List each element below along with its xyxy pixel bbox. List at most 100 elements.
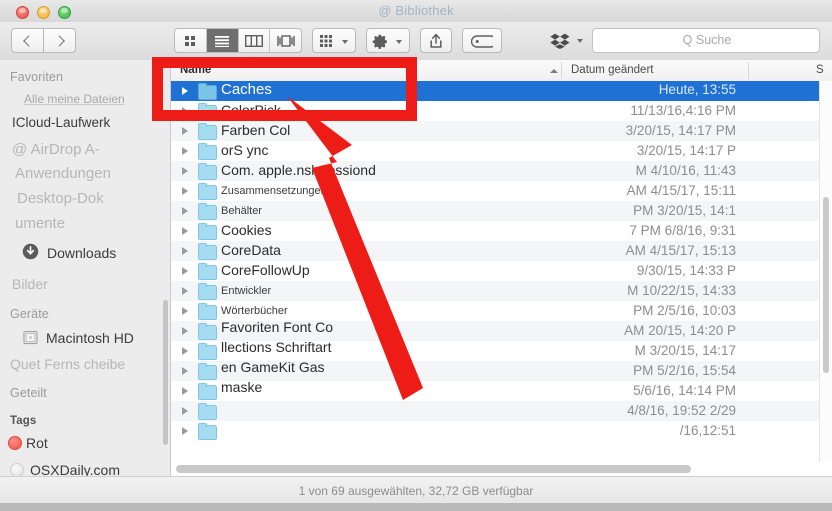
- disclosure-triangle-icon[interactable]: [182, 327, 188, 335]
- share-button[interactable]: [420, 28, 452, 53]
- table-row[interactable]: CoreFollowUp 9/30/15, 14:33 P: [171, 261, 832, 281]
- table-row[interactable]: ColorPick 11/13/16,4:16 PM: [171, 101, 832, 121]
- column-header-date[interactable]: Datum geändert: [571, 64, 653, 76]
- status-text: 1 von 69 ausgewählten, 32,72 GB verfügba…: [298, 484, 534, 498]
- disclosure-triangle-icon[interactable]: [182, 287, 188, 295]
- column-header-name[interactable]: Name: [180, 64, 211, 76]
- file-name: Cookies: [221, 222, 272, 238]
- file-list[interactable]: Name Datum geändert S Caches Heute, 13:55…: [171, 60, 832, 462]
- list-view-button[interactable]: [206, 29, 239, 52]
- toolbar: Q Suche: [0, 22, 832, 61]
- chevron-down-icon: [396, 40, 402, 44]
- view-mode-switcher[interactable]: [174, 28, 302, 53]
- file-date-modified: 3/20/15, 14:17 PM: [625, 123, 736, 138]
- disclosure-triangle-icon[interactable]: [182, 427, 188, 435]
- table-row[interactable]: 4/8/16, 19:52 2/29: [171, 401, 832, 421]
- table-row[interactable]: Farben Col 3/20/15, 14:17 PM: [171, 121, 832, 141]
- disclosure-triangle-icon[interactable]: [182, 207, 188, 215]
- download-icon: [6, 243, 39, 263]
- disclosure-triangle-icon[interactable]: [182, 147, 188, 155]
- column-view-button[interactable]: [239, 29, 271, 52]
- disclosure-triangle-icon[interactable]: [182, 347, 188, 355]
- folder-icon: [198, 103, 217, 120]
- tag-dot-red-icon: [8, 436, 22, 450]
- coverflow-view-button[interactable]: [270, 29, 301, 52]
- chevron-right-icon: [53, 34, 65, 47]
- forward-button[interactable]: [43, 28, 76, 53]
- disclosure-triangle-icon[interactable]: [182, 267, 188, 275]
- chevron-down-icon: [342, 40, 348, 44]
- table-row[interactable]: Favoriten Font Co AM 20/15, 14:20 P: [171, 319, 832, 341]
- disclosure-triangle-icon[interactable]: [182, 107, 188, 115]
- table-row[interactable]: Cookies 7 PM 6/8/16, 9:31: [171, 221, 832, 241]
- disclosure-triangle-icon[interactable]: [182, 387, 188, 395]
- file-name: en GameKit Gas: [221, 359, 325, 375]
- sidebar-item-label: Rot: [26, 435, 48, 451]
- disclosure-triangle-icon[interactable]: [182, 307, 188, 315]
- tag-button[interactable]: [462, 28, 502, 53]
- folder-icon: [198, 143, 217, 160]
- sidebar-item-label: Macintosh HD: [46, 330, 134, 346]
- column-header-size[interactable]: S: [816, 64, 824, 76]
- chevron-down-icon: [577, 39, 583, 43]
- column-divider[interactable]: [748, 62, 749, 79]
- action-menu-button[interactable]: [366, 28, 410, 53]
- folder-icon: [198, 343, 217, 360]
- finder-window: @ Bibliothek Q Suche Favoriten Alle mein…: [0, 0, 832, 511]
- column-divider[interactable]: [561, 62, 562, 79]
- disclosure-triangle-icon[interactable]: [182, 87, 188, 95]
- vertical-scrollbar-track[interactable]: [819, 81, 832, 462]
- folder-icon: [198, 263, 217, 280]
- file-date-modified: PM 2/5/16, 10:03: [633, 303, 736, 318]
- gear-icon: [372, 34, 387, 49]
- horizontal-scrollbar-thumb[interactable]: [176, 465, 691, 473]
- sidebar-scrollbar[interactable]: [163, 300, 168, 445]
- disclosure-triangle-icon[interactable]: [182, 167, 188, 175]
- table-row[interactable]: Behälter PM 3/20/15, 14:1: [171, 201, 832, 221]
- table-row[interactable]: /16,12:51: [171, 421, 832, 441]
- disclosure-triangle-icon[interactable]: [182, 407, 188, 415]
- file-date-modified: PM 5/2/16, 15:54: [633, 363, 736, 378]
- window-bottom-edge: [0, 503, 832, 511]
- sidebar[interactable]: Favoriten Alle meine Dateien ICloud-Lauf…: [0, 60, 171, 489]
- arrange-button[interactable]: [312, 28, 356, 53]
- tag-dot-gray-icon: [10, 463, 24, 477]
- horizontal-scrollbar-area: [171, 462, 832, 476]
- table-row[interactable]: Zusammensetzungen AM 4/15/17, 15:11: [171, 181, 832, 201]
- file-name: maske: [221, 379, 263, 395]
- sidebar-heading-geraete: Geräte: [10, 307, 49, 321]
- vertical-scrollbar-thumb[interactable]: [823, 197, 829, 373]
- back-button[interactable]: [11, 28, 44, 53]
- folder-icon: [198, 123, 217, 140]
- file-date-modified: 5/6/16, 14:14 PM: [633, 383, 736, 398]
- table-row[interactable]: llections Schriftart M 3/20/15, 14:17: [171, 339, 832, 361]
- table-row[interactable]: Wörterbücher PM 2/5/16, 10:03: [171, 301, 832, 321]
- disclosure-triangle-icon[interactable]: [182, 227, 188, 235]
- file-date-modified: Heute, 13:55: [658, 82, 736, 97]
- file-name: Zusammensetzungen: [221, 185, 327, 197]
- table-row[interactable]: Com. apple.nsl Sessiond M 4/10/16, 11:43: [171, 161, 832, 181]
- title-bar: @ Bibliothek: [0, 0, 832, 23]
- dropbox-menu-button[interactable]: [546, 28, 588, 53]
- disclosure-triangle-icon[interactable]: [182, 367, 188, 375]
- sidebar-item-label: ICloud-Laufwerk: [12, 115, 111, 130]
- disclosure-triangle-icon[interactable]: [182, 127, 188, 135]
- table-row[interactable]: Caches Heute, 13:55: [171, 81, 832, 101]
- table-row[interactable]: en GameKit Gas PM 5/2/16, 15:54: [171, 359, 832, 381]
- file-date-modified: PM 3/20/15, 14:1: [633, 203, 736, 218]
- disclosure-triangle-icon[interactable]: [182, 187, 188, 195]
- folder-icon: [198, 403, 217, 420]
- search-input[interactable]: Q Suche: [592, 28, 820, 53]
- grid-icon: [185, 35, 196, 46]
- sidebar-item-label: Downloads: [47, 245, 117, 261]
- table-row[interactable]: maske 5/6/16, 14:14 PM: [171, 379, 832, 401]
- file-date-modified: AM 4/15/17, 15:11: [626, 183, 736, 198]
- icon-view-button[interactable]: [175, 29, 207, 52]
- disclosure-triangle-icon[interactable]: [182, 247, 188, 255]
- file-date-modified: 9/30/15, 14:33 P: [636, 263, 736, 278]
- table-row[interactable]: orS ync 3/20/15, 14:17 P: [171, 141, 832, 161]
- file-name: Entwickler: [221, 285, 272, 297]
- table-row[interactable]: CoreData AM 4/15/17, 15:13: [171, 241, 832, 261]
- table-row[interactable]: Entwickler M 10/22/15, 14:33: [171, 281, 832, 301]
- sidebar-item-label: Bilder: [12, 276, 48, 292]
